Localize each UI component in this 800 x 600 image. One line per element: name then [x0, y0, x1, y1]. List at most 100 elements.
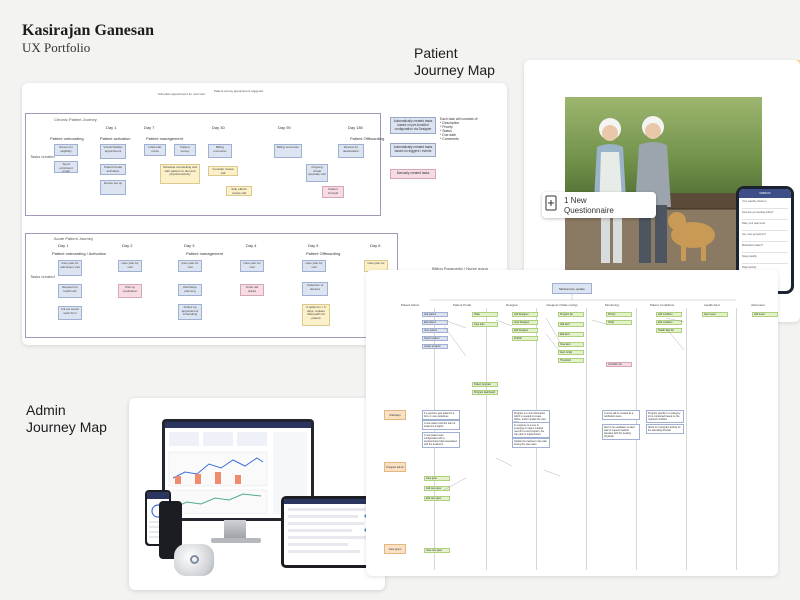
acute-column-head: Day 6: [370, 243, 381, 248]
chronic-stage-label: Patient activation: [100, 136, 131, 141]
monitor-stand: [224, 520, 246, 540]
flow-node: Add meter: [752, 312, 778, 317]
flow-node: Edit care giver: [424, 496, 450, 501]
legend-manual: Manually created tasks: [390, 169, 436, 179]
flow-lane-head: Patient Conditions: [649, 303, 675, 307]
acute-column-head: Day 4: [246, 243, 257, 248]
annotation-2: Patient survey appointment triggered: [214, 89, 264, 93]
phone-list-item: Any new symptoms?: [742, 233, 766, 236]
chronic-task-note: Billing encounter: [274, 144, 302, 158]
acute-task-note: Follow up appointment scheduling: [178, 304, 202, 320]
flow-node: Publish: [512, 336, 538, 341]
chronic-column-head: Day 1: [106, 125, 117, 130]
flow-node: Add patient: [422, 312, 448, 317]
phone-divider: [742, 219, 788, 220]
phone-list-item: Medication taken?: [742, 244, 764, 247]
admin-tablet: Patient Overview: [281, 496, 375, 568]
chronic-task-note: Consider review call: [208, 166, 238, 176]
chronic-stage-label: Patient Offboarding: [350, 136, 385, 141]
flow-note: A nurse will be created as a notificatio…: [602, 410, 640, 420]
admin-devices-card[interactable]: Dashboards Patient Overview: [129, 398, 385, 590]
flow-lane-head: Patient Admin: [400, 303, 420, 307]
acute-task-note: If patient is > 5 days, replace Vital pa…: [302, 304, 330, 326]
flow-lane-head: Patient Portal: [452, 303, 471, 307]
acute-journey-panel: Acute Patient Journey Tasks created Day …: [25, 233, 398, 338]
flow-node: Search patient: [422, 336, 448, 341]
flow-node: Edit condition: [656, 320, 682, 325]
device-logo-icon: [190, 555, 199, 564]
flow-node: View alert: [558, 342, 584, 347]
acute-column-head: Day 3: [184, 243, 195, 248]
flow-note: In response to a new or emerging or urge…: [512, 422, 550, 438]
acute-journey-label: Acute Patient Journey: [54, 236, 94, 241]
flow-lane-divider: [586, 308, 587, 570]
chronic-task-note: Schedule counselling visit with patient …: [160, 164, 200, 184]
chronic-task-note: Side effects review call: [226, 186, 252, 196]
mobile-topbar: [147, 492, 169, 499]
elderly-couple-photo: [565, 97, 762, 272]
flow-node: Program dashboard: [472, 390, 498, 395]
acute-column-head: Day 1: [58, 243, 69, 248]
acute-task-note: Collection of devices: [302, 282, 328, 296]
legend-auto-triggered: Automatically created tasks based on tri…: [390, 143, 436, 157]
chronic-task-note: Patient survey: [174, 144, 196, 156]
chronic-task-note: Patient Consult: [322, 186, 344, 198]
phone-list-item: Daily activity: [742, 266, 757, 269]
chronic-task-note: Virtual bladder appointment: [100, 144, 126, 159]
acute-task-note: Care plan for visit: [302, 260, 326, 272]
chronic-task-note: Review for deactivation: [338, 144, 364, 158]
flow-node: View care giver: [424, 548, 450, 553]
chronic-task-note: Device set up: [100, 180, 126, 195]
flow-node: Edit Designer: [512, 328, 538, 333]
legend-auto-configured: Automatically created tasks based on pre…: [390, 117, 436, 135]
flow-node: Care plan: [472, 322, 498, 327]
acute-task-note: Care plan for visit: [240, 260, 264, 272]
phone-divider: [742, 230, 788, 231]
tablet-list: [288, 508, 368, 553]
new-questionnaire-badge[interactable]: 1 New Questionnaire: [542, 192, 656, 218]
acute-task-note: Discharge planning: [178, 284, 202, 296]
flow-lane-divider: [686, 308, 687, 570]
flow-node: Program list: [558, 312, 584, 317]
flow-note: If a question gets added to a form or ca…: [422, 410, 460, 420]
phone-list-item: Rate your pain level: [742, 222, 765, 225]
add-document-icon: [545, 195, 557, 211]
flow-node: Assign program: [422, 344, 448, 349]
flow-stage-label: Pathways: [384, 410, 406, 420]
phone-list-item: Sleep quality: [742, 255, 757, 258]
flow-stage-label: Care given: [384, 544, 406, 554]
flow-node: View Designer: [512, 320, 538, 325]
acute-column-head: Day 2: [122, 243, 133, 248]
chronic-task-note: Initial call: nurse: [144, 144, 166, 156]
chronic-column-head: Day 30: [212, 125, 225, 130]
flow-node: Add care giver: [424, 486, 450, 491]
acute-stage-label: Patient Offboarding: [306, 251, 341, 256]
flow-node: Add Designer: [512, 312, 538, 317]
chronic-stage-label: Patient management: [146, 136, 183, 141]
flow-note: Program specific to a category to be con…: [646, 410, 684, 423]
phone-divider: [742, 252, 788, 253]
flow-node: Edit alert: [558, 332, 584, 337]
flow-note: A new patient care configuration with a …: [422, 432, 460, 448]
flow-lane-head: Designer (Vitals config): [546, 303, 578, 307]
patient-app-subtitle: Your weekly check-in: [742, 200, 767, 203]
chronic-task-note: Billing encounter: [208, 144, 232, 158]
flow-node: Add condition: [656, 312, 682, 317]
flow-node: Health alert list: [656, 328, 682, 333]
chronic-column-head: Day 90: [278, 125, 291, 130]
flow-node: Care giver: [424, 476, 450, 481]
flow-note: Update the treatment care plan among the…: [512, 438, 550, 448]
patient-journey-title: Patient Journey Map: [414, 45, 495, 79]
flow-lane-head: Monitoring: [604, 303, 619, 307]
admin-journey-title: Admin Journey Map: [26, 402, 107, 436]
flow-node: Patient program: [472, 382, 498, 387]
acute-stage-label: Patient management: [186, 251, 223, 256]
multiservice-flow-card[interactable]: Multiservice update Patient Admin Patient…: [366, 270, 778, 576]
elderly-couple-illustration: [565, 116, 762, 272]
chronic-journey-label: Chronic Patient Journey: [54, 117, 97, 122]
admin-journey-title-line2: Journey Map: [26, 419, 107, 435]
flow-lane-divider: [486, 308, 487, 570]
chronic-task-note: Ongoing virtual specialty visit: [306, 164, 328, 182]
flow-title: Multiservice update: [552, 283, 592, 294]
chronic-task-note: Send enrolment email: [54, 161, 78, 173]
